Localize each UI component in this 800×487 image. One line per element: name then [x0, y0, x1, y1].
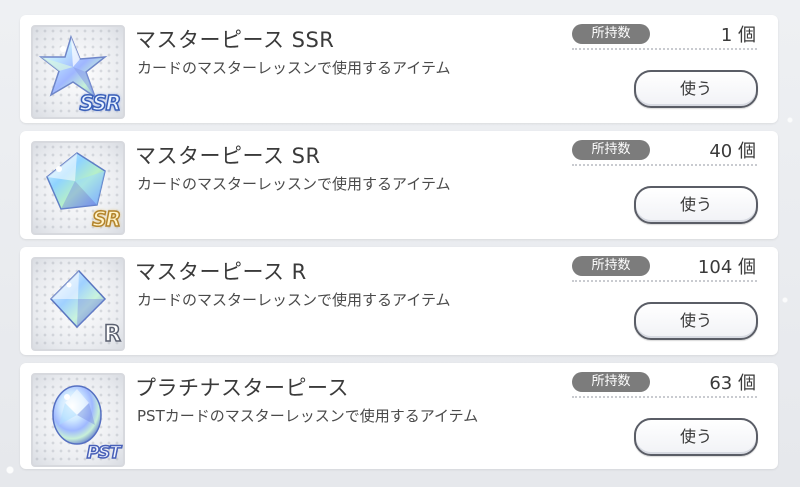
use-button[interactable]: 使う	[634, 418, 758, 456]
item-name: マスターピース SSR	[135, 28, 335, 52]
item-name: マスターピース SR	[135, 144, 321, 168]
owned-count-badge: 所持数	[572, 24, 650, 44]
item-description: カードのマスターレッスンで使用するアイテム	[137, 291, 451, 309]
use-button[interactable]: 使う	[634, 302, 758, 340]
owned-count-badge: 所持数	[572, 256, 650, 276]
owned-count: 40 個	[709, 141, 756, 162]
item-card-sr: SR マスターピース SR カードのマスターレッスンで使用するアイテム 所持数 …	[20, 131, 778, 239]
rarity-tag: R	[103, 321, 121, 348]
item-thumbnail-sr: SR	[31, 141, 125, 235]
item-name: プラチナスターピース	[135, 376, 349, 400]
item-card-r: R マスターピース R カードのマスターレッスンで使用するアイテム 所持数 10…	[20, 247, 778, 355]
dotted-divider	[572, 280, 757, 282]
rarity-tag: PST	[86, 442, 122, 464]
use-button[interactable]: 使う	[634, 70, 758, 108]
item-description: カードのマスターレッスンで使用するアイテム	[137, 59, 451, 77]
item-card-pst: PST プラチナスターピース PSTカードのマスターレッスンで使用するアイテム …	[20, 363, 778, 469]
rarity-tag: SSR	[79, 90, 122, 116]
rarity-tag: SR	[91, 206, 121, 232]
dotted-divider	[572, 396, 757, 398]
use-button[interactable]: 使う	[634, 186, 758, 224]
owned-count: 104 個	[697, 257, 756, 278]
owned-count-badge: 所持数	[572, 140, 650, 160]
owned-count: 63 個	[709, 373, 756, 394]
item-thumbnail-pst: PST	[31, 373, 125, 467]
item-thumbnail-r: R	[31, 257, 125, 351]
item-thumbnail-ssr: SSR	[31, 25, 125, 119]
item-list: SSR マスターピース SSR カードのマスターレッスンで使用するアイテム 所持…	[20, 15, 778, 477]
owned-count-badge: 所持数	[572, 372, 650, 392]
owned-count: 1 個	[720, 25, 756, 46]
dotted-divider	[572, 164, 757, 166]
dotted-divider	[572, 48, 757, 50]
item-description: カードのマスターレッスンで使用するアイテム	[137, 175, 451, 193]
item-card-ssr: SSR マスターピース SSR カードのマスターレッスンで使用するアイテム 所持…	[20, 15, 778, 123]
item-name: マスターピース R	[135, 260, 307, 284]
item-description: PSTカードのマスターレッスンで使用するアイテム	[137, 407, 479, 425]
